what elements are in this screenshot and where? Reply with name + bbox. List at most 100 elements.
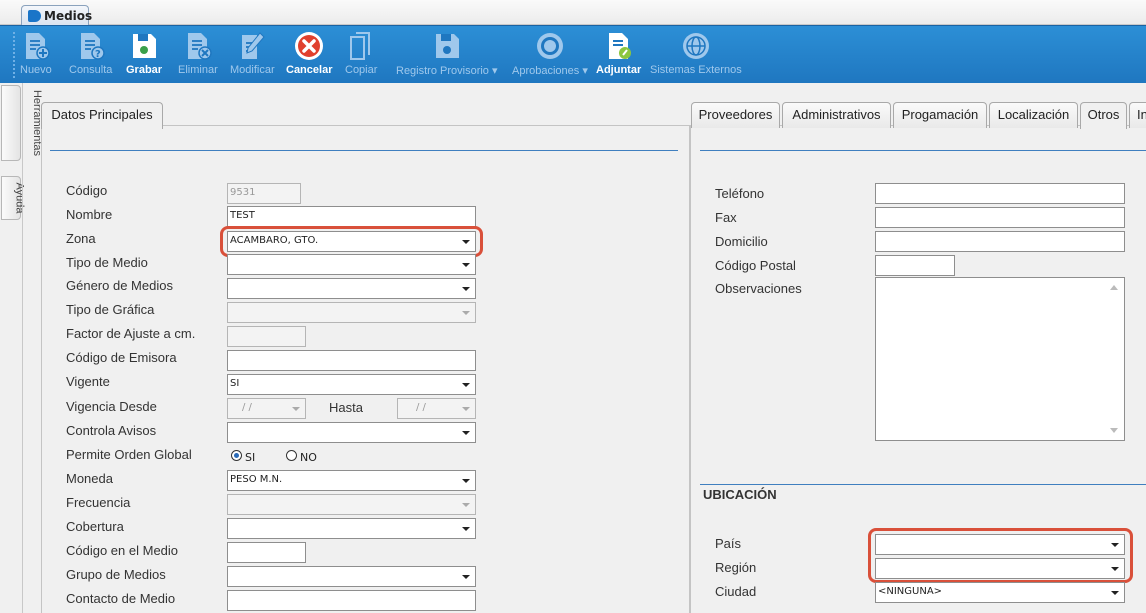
cancelar-label: Cancelar <box>286 64 333 76</box>
radio-no[interactable] <box>286 450 297 461</box>
ribbon-grip <box>13 32 17 78</box>
document-tabstrip: Medios <box>0 0 1146 26</box>
contacto-medio-field[interactable] <box>227 590 476 611</box>
svg-text:?: ? <box>95 49 101 60</box>
radio-si[interactable] <box>231 450 242 461</box>
telefono-field[interactable] <box>875 183 1125 204</box>
chevron-down-icon <box>462 383 470 387</box>
cancel-icon <box>295 32 324 60</box>
zona-label: Zona <box>66 231 96 246</box>
radio-si-label: SI <box>245 451 256 464</box>
tab-otros[interactable]: Otros <box>1080 102 1127 129</box>
chevron-down-icon <box>462 575 470 579</box>
toolbar-ribbon: Nuevo ? Consulta Grabar Eliminar Modific… <box>0 25 1146 83</box>
tab-in[interactable]: In <box>1129 102 1146 128</box>
tab-otros-label: Otros <box>1087 107 1120 122</box>
vigencia-desde-date[interactable]: / / <box>227 398 306 419</box>
cancelar-button[interactable]: Cancelar <box>286 30 332 82</box>
sistemas-externos-label: Sistemas Externos <box>650 64 742 76</box>
grabar-button[interactable]: Grabar <box>126 30 162 82</box>
fax-field[interactable] <box>875 207 1125 228</box>
nombre-field[interactable]: TEST <box>227 206 476 227</box>
attach-icon <box>608 33 631 59</box>
contacto-medio-label: Contacto de Medio <box>66 591 176 606</box>
chevron-down-icon <box>1111 591 1119 595</box>
vigente-select[interactable]: SI <box>227 374 476 395</box>
zona-highlight <box>220 226 483 257</box>
chevron-down-icon <box>462 311 470 315</box>
controla-avisos-select[interactable] <box>227 422 476 443</box>
tipo-grafica-label: Tipo de Gráfica <box>66 302 155 317</box>
adjuntar-button[interactable]: Adjuntar <box>596 30 641 82</box>
factor-ajuste-field[interactable] <box>227 326 306 347</box>
sistemas-externos-button[interactable]: Sistemas Externos <box>650 30 742 82</box>
registro-provisorio-button[interactable]: Registro Provisorio ▾ <box>396 30 498 82</box>
cobertura-select[interactable] <box>227 518 476 539</box>
copy-icon <box>350 32 371 60</box>
ciudad-label: Ciudad <box>715 584 757 599</box>
chevron-down-icon <box>462 287 470 291</box>
left-section-line <box>50 150 678 151</box>
consulta-label: Consulta <box>69 64 113 76</box>
ayuda-label: Ayuda <box>13 182 26 214</box>
scroll-up-icon[interactable] <box>1110 285 1118 290</box>
ciudad-select[interactable]: <NINGUNA> <box>875 582 1125 603</box>
tipo-grafica-select[interactable] <box>227 302 476 323</box>
new-document-icon <box>25 33 50 60</box>
herramientas-side-tab[interactable]: Herramientas <box>1 85 43 161</box>
tab-administrativos[interactable]: Administrativos <box>782 102 891 128</box>
tab-proveedores[interactable]: Proveedores <box>691 102 780 128</box>
approvals-icon <box>536 33 563 59</box>
tab-datos-principales[interactable]: Datos Principales <box>41 102 163 129</box>
factor-ajuste-label: Factor de Ajuste a cm. <box>66 326 196 341</box>
tab-administrativos-label: Administrativos <box>792 107 881 122</box>
hasta-label: Hasta <box>329 400 363 415</box>
codigo-label: Código <box>66 183 108 198</box>
tipo-medio-label: Tipo de Medio <box>66 255 148 270</box>
frecuencia-select[interactable] <box>227 494 476 515</box>
eliminar-label: Eliminar <box>178 64 218 76</box>
query-document-icon: ? <box>80 33 105 60</box>
tab-localizacion[interactable]: Localización <box>989 102 1078 128</box>
provisional-save-icon <box>435 34 459 58</box>
grupo-medios-select[interactable] <box>227 566 476 587</box>
codigo-emisora-label: Código de Emisora <box>66 350 177 365</box>
consulta-button[interactable]: ? Consulta <box>69 30 112 82</box>
codigo-medio-label: Código en el Medio <box>66 543 179 558</box>
copiar-label: Copiar <box>345 64 378 76</box>
eliminar-button[interactable]: Eliminar <box>178 30 218 82</box>
fax-label: Fax <box>715 210 737 225</box>
domicilio-field[interactable] <box>875 231 1125 252</box>
modificar-button[interactable]: Modificar <box>230 30 275 82</box>
scroll-down-icon[interactable] <box>1110 428 1118 433</box>
tab-progamacion[interactable]: Progamación <box>893 102 987 128</box>
frecuencia-label: Frecuencia <box>66 495 131 510</box>
aprobaciones-button[interactable]: Aprobaciones ▾ <box>512 30 588 82</box>
ciudad-value: <NINGUNA> <box>878 586 943 597</box>
tab-datos-principales-label: Datos Principales <box>51 107 153 122</box>
observaciones-textarea[interactable] <box>875 277 1125 441</box>
vigente-value: SI <box>230 378 240 389</box>
moneda-select[interactable]: PESO M.N. <box>227 470 476 491</box>
codigo-field[interactable]: 9531 <box>227 183 301 204</box>
radio-no-label: NO <box>300 451 317 464</box>
copiar-button[interactable]: Copiar <box>345 30 377 82</box>
right-section-line <box>700 150 1146 151</box>
tipo-medio-select[interactable] <box>227 254 476 275</box>
adjuntar-label: Adjuntar <box>596 64 642 76</box>
codigo-postal-field[interactable] <box>875 255 955 276</box>
hasta-value: / / <box>416 402 426 413</box>
chevron-down-icon <box>462 527 470 531</box>
codigo-medio-field[interactable] <box>227 542 306 563</box>
genero-medios-select[interactable] <box>227 278 476 299</box>
tab-medios[interactable]: Medios <box>21 5 92 26</box>
codigo-emisora-field[interactable] <box>227 350 476 371</box>
permite-orden-label: Permite Orden Global <box>66 447 192 462</box>
chevron-down-icon <box>462 479 470 483</box>
globe-icon <box>682 33 709 59</box>
nuevo-button[interactable]: Nuevo <box>20 30 52 82</box>
hasta-date[interactable]: / / <box>397 398 476 419</box>
ayuda-side-tab[interactable]: Ayuda <box>1 176 26 220</box>
nombre-label: Nombre <box>66 207 113 222</box>
genero-medios-label: Género de Medios <box>66 278 173 293</box>
